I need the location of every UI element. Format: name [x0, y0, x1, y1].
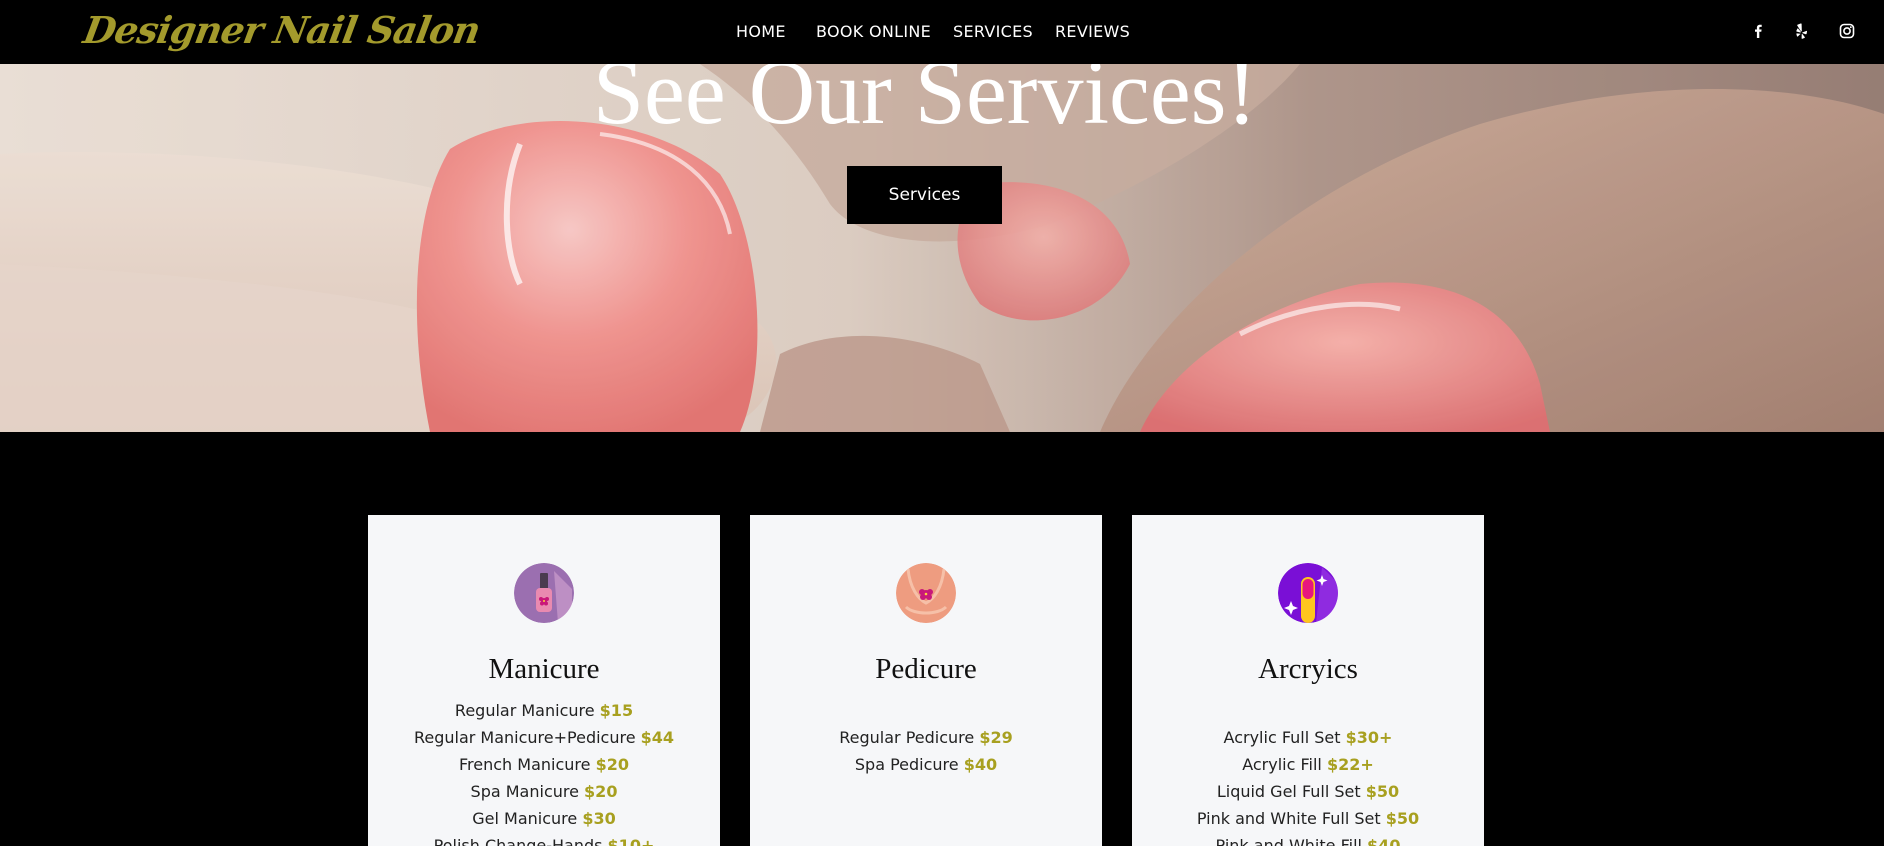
service-item: Gel Manicure $30 — [472, 809, 616, 828]
hero-banner: See Our Services! Services — [0, 64, 1884, 432]
hero-title: See Our Services! — [592, 64, 1258, 143]
service-item: Spa Manicure $20 — [470, 782, 618, 801]
card-title: Pedicure — [875, 653, 977, 685]
service-card-pedicure: Pedicure Regular Pedicure $29 Spa Pedicu… — [750, 515, 1102, 846]
foot-flower-icon — [896, 563, 956, 623]
site-header: Designer Nail Salon HOME BOOK ONLINE SER… — [0, 0, 1884, 64]
instagram-icon[interactable] — [1836, 20, 1858, 42]
facebook-icon[interactable] — [1747, 20, 1769, 42]
nav-reviews[interactable]: REVIEWS — [1055, 22, 1130, 41]
service-item: Liquid Gel Full Set $50 — [1216, 782, 1400, 801]
service-list: Regular Manicure $15 Regular Manicure+Pe… — [368, 697, 720, 846]
service-item: French Manicure $20 — [459, 755, 629, 774]
service-item: Pink and White Fill $40 — [1215, 836, 1401, 846]
service-item: Spa Pedicure $40 — [854, 755, 998, 774]
services-button[interactable]: Services — [847, 166, 1002, 224]
nav-book-online[interactable]: BOOK ONLINE — [816, 22, 931, 41]
service-item: Polish Change-Hands $10+ — [433, 836, 655, 846]
yelp-icon[interactable] — [1790, 20, 1812, 42]
service-item: Regular Pedicure $29 — [839, 728, 1013, 747]
service-item: Regular Manicure $15 — [454, 701, 634, 720]
service-list: Acrylic Full Set $30+ Acrylic Fill $22+ … — [1132, 724, 1484, 846]
service-item: Acrylic Full Set $30+ — [1223, 728, 1393, 747]
nail-polish-icon — [514, 563, 574, 623]
service-item: Pink and White Full Set $50 — [1196, 809, 1420, 828]
service-card-acrylics: Arcryics Acrylic Full Set $30+ Acrylic F… — [1132, 515, 1484, 846]
sparkle-nail-icon — [1278, 563, 1338, 623]
site-logo[interactable]: Designer Nail Salon — [80, 8, 483, 52]
nav-services[interactable]: SERVICES — [953, 22, 1033, 41]
service-card-manicure: Manicure Regular Manicure $15 Regular Ma… — [368, 515, 720, 846]
card-title: Manicure — [488, 653, 600, 685]
service-list: Regular Pedicure $29 Spa Pedicure $40 — [750, 724, 1102, 778]
nav-home[interactable]: HOME — [736, 22, 786, 41]
card-title: Arcryics — [1258, 653, 1358, 685]
service-item: Acrylic Fill $22+ — [1242, 755, 1374, 774]
service-item: Regular Manicure+Pedicure $44 — [413, 728, 675, 747]
